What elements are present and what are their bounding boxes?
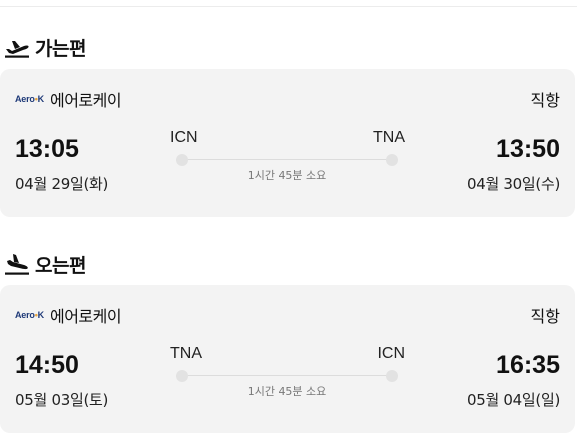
airline-logo: Aero•K xyxy=(15,310,44,320)
departure-dot xyxy=(176,370,188,382)
route-line xyxy=(182,375,392,376)
flight-type-badge: 직항 xyxy=(530,307,560,326)
divider xyxy=(0,6,577,7)
departure-date: 04월 29일(화) xyxy=(15,175,109,193)
arrival-time: 16:35 xyxy=(496,351,560,379)
departure-airport-code: TNA xyxy=(170,345,202,362)
flight-duration: 1시간 45분 소요 xyxy=(247,169,327,182)
arrival-dot xyxy=(386,370,398,382)
route-line xyxy=(182,159,392,160)
departure-date: 05월 03일(토) xyxy=(15,391,109,409)
flight-type-badge: 직항 xyxy=(530,91,560,110)
outbound-flight-card[interactable]: Aero•K 에어로케이 직항 13:05 04월 29일(화) ICN TNA… xyxy=(0,69,575,217)
outbound-title: 가는편 xyxy=(35,37,86,60)
airplane-takeoff-icon xyxy=(4,36,30,58)
airline: Aero•K 에어로케이 xyxy=(15,303,122,327)
airline: Aero•K 에어로케이 xyxy=(15,87,122,111)
arrival-dot xyxy=(386,154,398,166)
departure-time: 14:50 xyxy=(15,351,79,379)
departure-airport-code: ICN xyxy=(170,129,198,146)
departure-dot xyxy=(176,154,188,166)
inbound-flight-card[interactable]: Aero•K 에어로케이 직항 14:50 05월 03일(토) TNA ICN… xyxy=(0,285,575,433)
flight-duration: 1시간 45분 소요 xyxy=(247,385,327,398)
airline-name: 에어로케이 xyxy=(49,91,122,110)
arrival-airport-code: TNA xyxy=(373,129,405,146)
inbound-title: 오는편 xyxy=(35,254,86,277)
flight-itinerary: 가는편 Aero•K 에어로케이 직항 13:05 04월 29일(화) ICN… xyxy=(0,0,577,440)
airplane-landing-icon xyxy=(4,253,30,275)
airline-name: 에어로케이 xyxy=(49,307,122,326)
arrival-date: 04월 30일(수) xyxy=(466,175,560,193)
arrival-airport-code: ICN xyxy=(377,345,405,362)
outbound-header: 가는편 xyxy=(4,34,86,60)
inbound-header: 오는편 xyxy=(4,251,86,277)
airline-logo: Aero•K xyxy=(15,94,44,104)
arrival-date: 05월 04일(일) xyxy=(466,391,560,409)
arrival-time: 13:50 xyxy=(496,135,560,163)
departure-time: 13:05 xyxy=(15,135,79,163)
